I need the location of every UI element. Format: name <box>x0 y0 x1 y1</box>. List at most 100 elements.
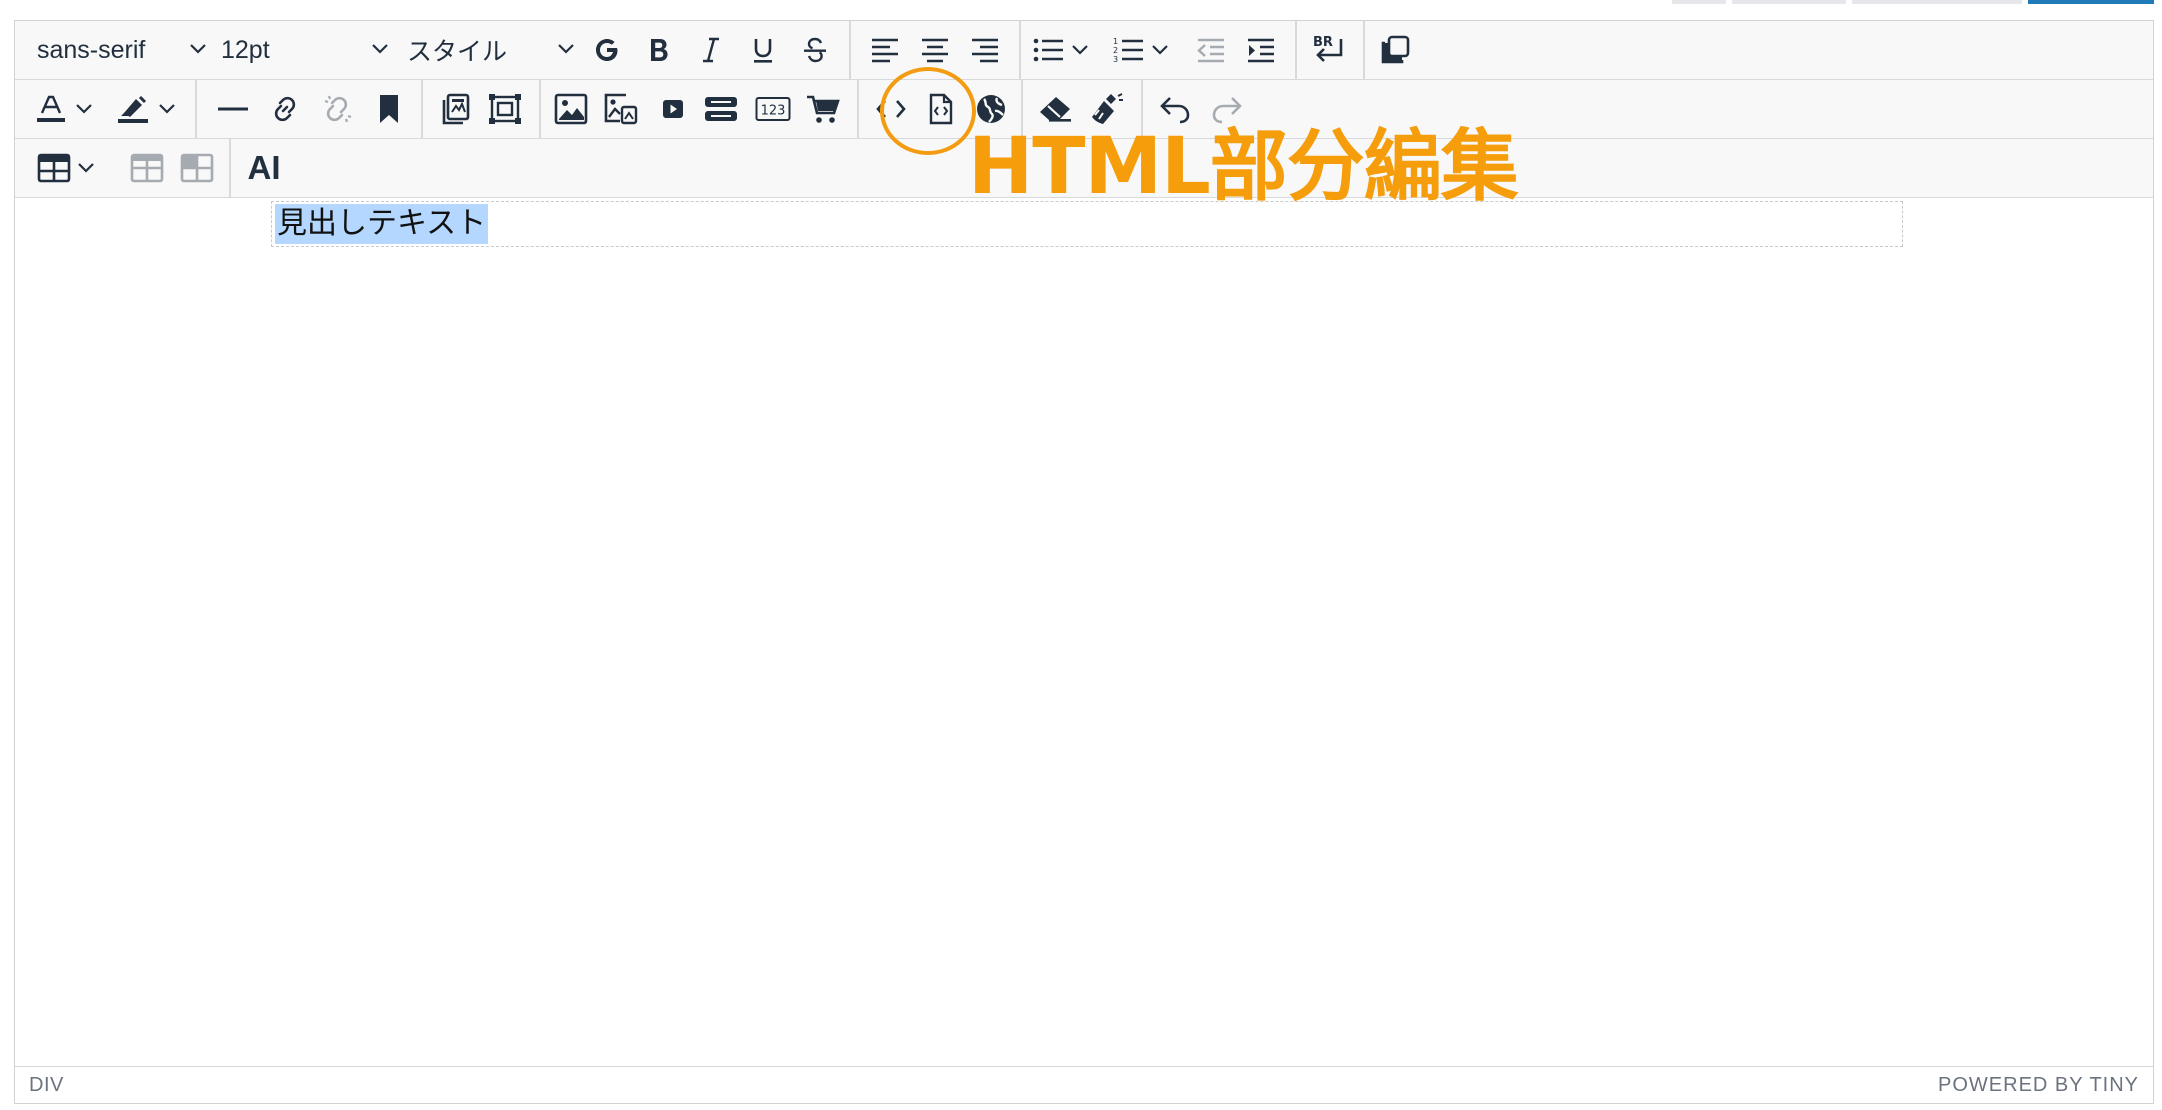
text-color-icon <box>37 95 65 122</box>
table-row-icon <box>130 153 164 183</box>
font-family-value: sans-serif <box>37 35 146 64</box>
template-icon <box>442 93 470 125</box>
status-bar: DIV POWERED BY TINY <box>15 1066 2153 1103</box>
underline-button[interactable] <box>741 21 785 79</box>
chevron-down-icon <box>78 163 94 173</box>
video-icon <box>663 100 683 118</box>
eraser-icon <box>1040 97 1071 122</box>
unlink-button[interactable] <box>315 80 359 138</box>
chevron-down-icon <box>76 104 92 114</box>
insert-number-button[interactable]: 123 <box>751 80 795 138</box>
redo-icon <box>1212 97 1242 124</box>
underline-icon <box>754 39 772 63</box>
outdent-icon <box>1197 38 1224 63</box>
align-left-icon <box>872 38 898 63</box>
image-edit-icon <box>604 93 638 125</box>
shopping-cart-icon <box>807 95 840 123</box>
editor-content-area[interactable]: 見出しテキスト <box>15 199 2153 1067</box>
toolbar-separator <box>229 139 231 197</box>
bookmark-icon <box>380 95 398 123</box>
svg-text:1: 1 <box>1113 37 1118 46</box>
italic-button[interactable] <box>689 21 733 79</box>
font-family-select[interactable]: sans-serif <box>37 21 207 79</box>
line-break-icon: BR <box>1313 35 1343 62</box>
paste-template-button[interactable] <box>433 80 477 138</box>
link-icon <box>274 96 296 122</box>
bullet-list-icon <box>1033 38 1063 62</box>
table-row-button[interactable] <box>125 139 169 197</box>
broom-icon <box>1092 93 1123 124</box>
svg-text:2: 2 <box>1113 46 1118 55</box>
top-control-1 <box>1672 0 1726 4</box>
svg-text:3: 3 <box>1113 55 1118 64</box>
bold-icon <box>651 39 668 61</box>
bullet-list-button[interactable] <box>1029 21 1093 79</box>
google-font-button[interactable] <box>585 21 629 79</box>
insert-link-button[interactable] <box>263 80 307 138</box>
numbered-list-icon: 1 2 3 <box>1113 37 1143 64</box>
align-left-button[interactable] <box>863 21 907 79</box>
heading-text[interactable]: 見出しテキスト <box>275 204 489 244</box>
indent-button[interactable] <box>1239 21 1283 79</box>
highlighter-icon <box>118 95 148 123</box>
text-color-button[interactable] <box>29 80 99 138</box>
italic-icon <box>703 37 719 63</box>
insert-cart-button[interactable] <box>801 80 845 138</box>
strikethrough-button[interactable] <box>793 21 837 79</box>
anchor-bookmark-button[interactable] <box>367 80 411 138</box>
outdent-button[interactable] <box>1189 21 1233 79</box>
undo-icon <box>1160 97 1190 124</box>
image-gallery-button[interactable] <box>599 80 643 138</box>
block-frame-button[interactable] <box>483 80 527 138</box>
numbered-list-button[interactable]: 1 2 3 <box>1109 21 1173 79</box>
top-primary-control <box>2028 0 2154 4</box>
frame-icon <box>489 94 521 124</box>
bold-button[interactable] <box>637 21 681 79</box>
top-control-2 <box>1732 0 1846 4</box>
insert-button-block[interactable] <box>699 80 743 138</box>
chevron-down-icon <box>372 44 388 54</box>
page-top-strip <box>0 0 2162 4</box>
code-file-icon <box>929 93 953 125</box>
font-size-select[interactable]: 12pt <box>221 21 391 79</box>
align-center-button[interactable] <box>913 21 957 79</box>
element-path[interactable]: DIV <box>29 1074 64 1097</box>
horizontal-rule-icon <box>218 107 248 111</box>
table-cell-icon <box>180 153 214 183</box>
align-right-button[interactable] <box>963 21 1007 79</box>
highlight-color-button[interactable] <box>109 80 183 138</box>
toolbar-separator <box>1019 21 1021 79</box>
number-icon: 123 <box>755 97 791 121</box>
style-select[interactable]: スタイル <box>407 21 587 79</box>
table-icon <box>37 153 71 183</box>
font-size-value: 12pt <box>221 35 270 64</box>
insert-video-button[interactable] <box>651 80 695 138</box>
insert-table-button[interactable] <box>31 139 101 197</box>
horizontal-line-button[interactable] <box>211 80 255 138</box>
toolbar-separator <box>1363 21 1365 79</box>
strikethrough-icon <box>804 37 826 63</box>
table-cell-button[interactable] <box>175 139 219 197</box>
top-control-3 <box>1852 0 2022 4</box>
line-break-button[interactable]: BR <box>1307 21 1351 79</box>
copy-block-button[interactable] <box>1373 21 1417 79</box>
copy-icon <box>1381 35 1410 64</box>
insert-image-button[interactable] <box>549 80 593 138</box>
annotation-label: HTML部分編集 <box>968 122 1519 212</box>
source-code-button[interactable] <box>869 80 913 138</box>
toolbar-row-1: sans-serif 12pt スタイル 1 2 3 BR <box>15 21 2153 80</box>
chevron-down-icon <box>1072 45 1088 55</box>
powered-by-link[interactable]: POWERED BY TINY <box>1938 1074 2139 1097</box>
toolbar-separator <box>195 80 197 138</box>
align-right-icon <box>972 38 998 63</box>
chevron-down-icon <box>159 104 175 114</box>
chevron-down-icon <box>1152 45 1168 55</box>
code-icon <box>876 100 906 118</box>
chevron-down-icon <box>558 44 574 54</box>
ai-button-label: AI <box>247 149 281 186</box>
style-value: スタイル <box>407 38 508 66</box>
ai-assistant-button[interactable]: AI <box>239 139 289 197</box>
toolbar-separator <box>857 80 859 138</box>
unlink-icon <box>324 95 352 123</box>
html-partial-edit-button[interactable] <box>919 80 963 138</box>
